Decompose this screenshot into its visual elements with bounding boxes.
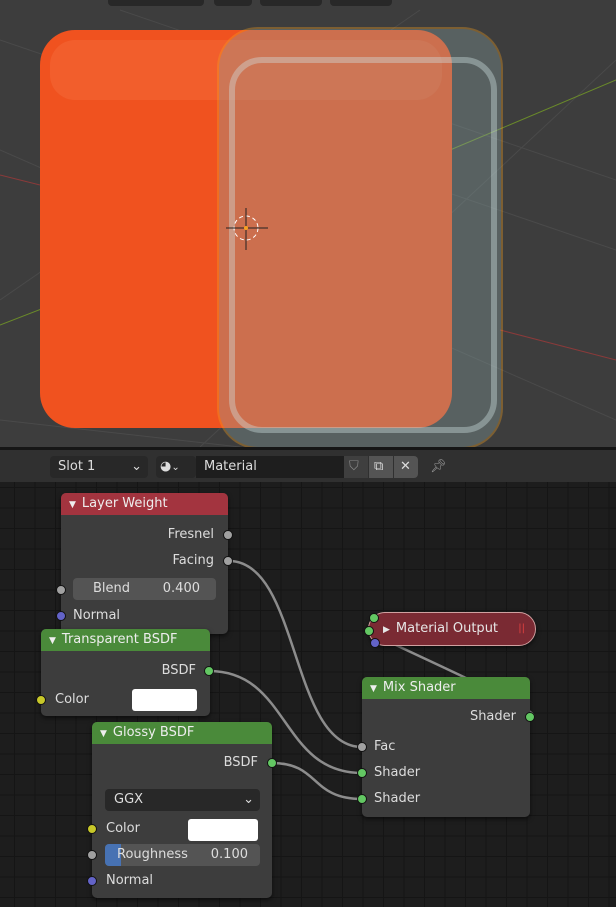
socket-normal[interactable]	[56, 611, 66, 621]
node-header[interactable]: ▼ Glossy BSDF	[92, 722, 272, 744]
distribution-dropdown[interactable]: GGX ⌄	[105, 789, 260, 811]
viewport-scene	[0, 0, 616, 447]
node-transparent-bsdf[interactable]: ▼ Transparent BSDF BSDF Color	[36, 629, 214, 716]
socket-fresnel[interactable]	[223, 530, 233, 540]
output-bsdf: BSDF	[223, 755, 258, 770]
sphere-shading-icon: ◕	[160, 459, 172, 474]
socket-roughness[interactable]	[87, 850, 97, 860]
node-header[interactable]: ▼ Transparent BSDF	[41, 629, 210, 651]
color-swatch[interactable]	[132, 689, 197, 711]
material-browse-button[interactable]: ◕⌄	[156, 456, 196, 478]
chevron-down-icon: ⌄	[243, 792, 254, 807]
node-material-output[interactable]: ▶ Material Output ||	[364, 612, 536, 648]
socket-shader-1[interactable]	[357, 768, 367, 778]
node-title: Glossy BSDF	[112, 725, 195, 740]
input-shader-1: Shader	[374, 765, 421, 780]
expand-triangle-icon[interactable]: ▶	[383, 625, 390, 635]
chevron-down-icon: ⌄	[171, 462, 180, 473]
output-fresnel: Fresnel	[167, 527, 214, 542]
socket-color[interactable]	[87, 824, 97, 834]
copy-icon[interactable]: ⧉	[369, 456, 393, 478]
output-bsdf: BSDF	[161, 663, 196, 678]
color-swatch[interactable]	[188, 819, 258, 841]
material-name-field[interactable]: Material	[196, 456, 344, 478]
collapse-triangle-icon[interactable]: ▼	[49, 636, 56, 646]
close-icon[interactable]: ✕	[394, 456, 418, 478]
node-title: Material Output	[395, 621, 499, 636]
slot-label: Slot 1	[58, 459, 96, 474]
node-title: Transparent BSDF	[61, 632, 178, 647]
chevron-down-icon: ⌄	[131, 459, 142, 474]
socket-normal[interactable]	[87, 876, 97, 886]
pin-icon[interactable]: 📌︎	[428, 456, 450, 478]
3d-viewport[interactable]	[0, 0, 616, 447]
socket-shader-2[interactable]	[357, 794, 367, 804]
output-facing: Facing	[172, 553, 214, 568]
input-shader-2: Shader	[374, 791, 421, 806]
shield-icon[interactable]: ⛉	[344, 456, 368, 478]
input-normal: Normal	[106, 873, 154, 888]
blend-value: 0.400	[162, 581, 200, 596]
socket-blend[interactable]	[56, 585, 66, 595]
hidden-sockets-icon: ||	[518, 623, 525, 634]
roughness-value: 0.100	[210, 847, 248, 862]
socket-volume[interactable]	[364, 626, 374, 636]
node-header[interactable]: ▼ Layer Weight	[61, 493, 228, 515]
node-layer-weight[interactable]: ▼ Layer Weight Fresnel Facing Blend 0.400 …	[56, 493, 233, 634]
socket-surface[interactable]	[369, 613, 379, 623]
node-title: Mix Shader	[382, 680, 456, 695]
socket-shader-out[interactable]	[525, 712, 535, 722]
input-normal: Normal	[73, 608, 121, 623]
collapse-triangle-icon[interactable]: ▼	[69, 500, 76, 510]
blend-field[interactable]: Blend 0.400	[73, 578, 216, 600]
node-mix-shader[interactable]: ▼ Mix Shader Shader Fac Shader Shader	[357, 677, 535, 817]
node-title: Layer Weight	[81, 496, 168, 511]
slot-dropdown[interactable]: Slot 1 ⌄	[50, 456, 148, 478]
socket-color[interactable]	[36, 695, 46, 705]
socket-bsdf[interactable]	[204, 666, 214, 676]
socket-displacement[interactable]	[370, 638, 380, 648]
socket-facing[interactable]	[223, 556, 233, 566]
input-fac: Fac	[374, 739, 396, 754]
socket-bsdf[interactable]	[267, 758, 277, 768]
node-header[interactable]: ▼ Mix Shader	[362, 677, 530, 699]
node-editor-header: Slot 1 ⌄ ◕⌄ Material ⛉ ⧉ ✕ 📌︎	[0, 450, 616, 482]
roughness-label: Roughness	[117, 847, 188, 862]
collapse-triangle-icon[interactable]: ▼	[370, 684, 377, 694]
blend-label: Blend	[93, 581, 131, 596]
distribution-value: GGX	[114, 792, 144, 807]
node-glossy-bsdf[interactable]: ▼ Glossy BSDF BSDF GGX ⌄ Color Roughness 0.…	[87, 722, 277, 898]
socket-fac[interactable]	[357, 742, 367, 752]
output-shader: Shader	[469, 709, 516, 724]
collapse-triangle-icon[interactable]: ▼	[100, 729, 107, 739]
roughness-slider[interactable]: Roughness 0.100	[105, 844, 260, 866]
glass-cube	[217, 27, 503, 447]
